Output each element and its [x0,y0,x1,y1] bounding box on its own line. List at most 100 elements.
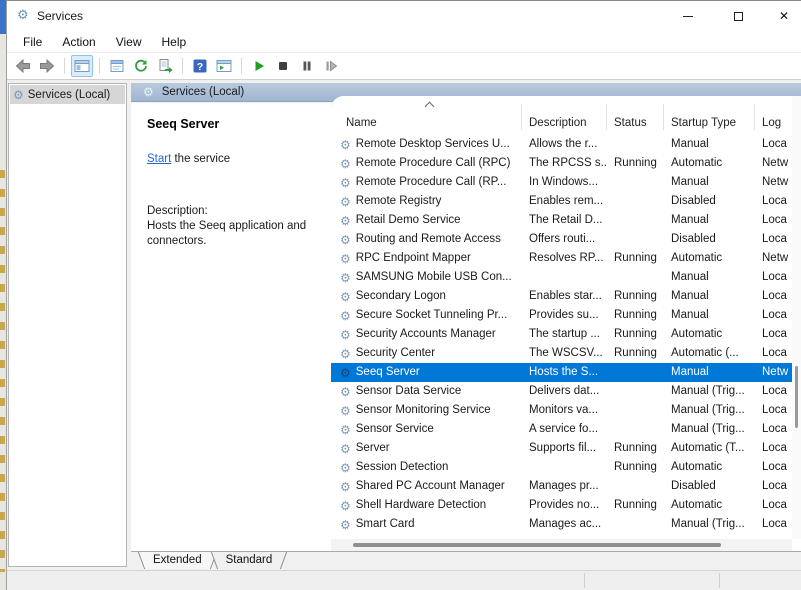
table-row[interactable]: ⚙SAMSUNG Mobile USB Con...ManualLoca [331,268,792,287]
menu-file[interactable]: File [13,31,52,53]
table-cell: ⚙Routing and Remote Access [338,230,521,249]
service-gear-icon: ⚙ [340,272,351,284]
table-row[interactable]: ⚙Remote Procedure Call (RP...In Windows.… [331,173,792,192]
table-row[interactable]: ⚙Seeq ServerHosts the S...ManualNetw [331,363,792,382]
table-cell [606,515,663,534]
vertical-scrollbar-thumb[interactable] [795,366,798,428]
service-name-text: Remote Procedure Call (RP... [356,173,507,192]
maximize-icon [734,12,743,21]
table-row[interactable]: ⚙Remote RegistryEnables rem...DisabledLo… [331,192,792,211]
table-row[interactable]: ⚙RPC Endpoint MapperResolves RP...Runnin… [331,249,792,268]
table-cell: Running [606,154,663,173]
table-cell [521,268,606,287]
table-cell: ⚙Session Detection [338,458,521,477]
table-cell: ⚙Smart Card [338,515,521,534]
table-row[interactable]: ⚙Sensor Monitoring ServiceMonitors va...… [331,401,792,420]
forward-icon[interactable] [36,55,58,77]
service-gear-icon: ⚙ [340,329,351,341]
help-icon[interactable]: ? [189,55,211,77]
services-table-header: NameDescriptionStatusStartup TypeLog [331,96,801,135]
table-row[interactable]: ⚙ServerSupports fil...RunningAutomatic (… [331,439,792,458]
service-name-text: SAMSUNG Mobile USB Con... [356,268,512,287]
start-service-icon[interactable] [248,55,270,77]
table-row[interactable]: ⚙Sensor Data ServiceDelivers dat...Manua… [331,382,792,401]
tab-extended[interactable]: Extended [141,552,214,569]
table-row[interactable]: ⚙Security CenterThe WSCSV...RunningAutom… [331,344,792,363]
table-row[interactable]: ⚙Retail Demo ServiceThe Retail D...Manua… [331,211,792,230]
menu-action[interactable]: Action [52,31,105,53]
horizontal-scrollbar[interactable] [331,539,792,551]
table-row[interactable]: ⚙Shell Hardware DetectionProvides no...R… [331,496,792,515]
tree-item-label: Services (Local) [28,89,110,101]
table-cell: Loca [754,135,792,154]
table-cell: ⚙Security Center [338,344,521,363]
service-name-text: Remote Procedure Call (RPC) [356,154,511,173]
table-row[interactable]: ⚙Remote Procedure Call (RPC)The RPCSS s.… [331,154,792,173]
table-row[interactable]: ⚙Security Accounts ManagerThe startup ..… [331,325,792,344]
table-row[interactable]: ⚙Secure Socket Tunneling Pr...Provides s… [331,306,792,325]
column-header-name[interactable]: Name [338,114,521,132]
table-cell: In Windows... [521,173,606,192]
service-name-text: Security Center [356,344,435,363]
table-cell: Manual (Trig... [663,401,754,420]
services-window: ⚙ Services ✕ File Action View Help [6,0,801,590]
refresh-icon[interactable] [130,55,152,77]
menu-view[interactable]: View [106,31,152,53]
table-cell [606,211,663,230]
table-cell: Loca [754,439,792,458]
table-row[interactable]: ⚙Shared PC Account ManagerManages pr...D… [331,477,792,496]
table-row[interactable]: ⚙Routing and Remote AccessOffers routi..… [331,230,792,249]
table-cell: Manual [663,211,754,230]
service-name-text: Sensor Monitoring Service [356,401,491,420]
table-cell: Allows the r... [521,135,606,154]
table-cell: Automatic [663,154,754,173]
service-name-text: Security Accounts Manager [356,325,496,344]
show-action-pane-icon[interactable] [213,55,235,77]
tab-standard[interactable]: Standard [214,552,285,569]
pane-header-title: Services (Local) [162,86,244,98]
column-header-description[interactable]: Description [521,114,606,132]
table-cell [606,268,663,287]
table-cell: Manual [663,306,754,325]
table-row[interactable]: ⚙Remote Desktop Services U...Allows the … [331,135,792,154]
column-header-status[interactable]: Status [606,114,663,132]
pause-service-icon[interactable] [296,55,318,77]
table-cell: Loca [754,211,792,230]
stop-service-icon[interactable] [272,55,294,77]
table-row[interactable]: ⚙Sensor ServiceA service fo...Manual (Tr… [331,420,792,439]
title-bar[interactable]: ⚙ Services ✕ [7,1,801,31]
maximize-button[interactable] [717,1,759,31]
column-header-startup-type[interactable]: Startup Type [663,114,754,132]
minimize-button[interactable] [667,1,709,31]
table-row[interactable]: ⚙Secondary LogonEnables star...RunningMa… [331,287,792,306]
table-cell: Running [606,287,663,306]
restart-service-icon[interactable] [320,55,342,77]
table-cell [606,382,663,401]
service-gear-icon: ⚙ [340,443,351,455]
vertical-scrollbar[interactable] [792,96,801,539]
table-cell: ⚙Remote Desktop Services U... [338,135,521,154]
services-node-icon: ⚙ [13,89,24,101]
service-gear-icon: ⚙ [340,386,351,398]
show-console-tree-icon[interactable] [71,55,93,77]
table-cell [606,401,663,420]
table-cell: Disabled [663,230,754,249]
properties-icon[interactable] [106,55,128,77]
service-gear-icon: ⚙ [340,519,351,531]
menu-help[interactable]: Help [152,31,197,53]
table-row[interactable]: ⚙Smart CardManages ac...Manual (Trig...L… [331,515,792,534]
start-service-link[interactable]: Start [147,153,171,165]
service-gear-icon: ⚙ [340,500,351,512]
table-cell [606,363,663,382]
export-list-icon[interactable] [154,55,176,77]
table-cell: Manages pr... [521,477,606,496]
back-icon[interactable] [12,55,34,77]
horizontal-scrollbar-thumb[interactable] [353,543,721,547]
table-cell: Manual [663,135,754,154]
table-cell: Provides no... [521,496,606,515]
table-cell: Provides su... [521,306,606,325]
tree-item-services-local[interactable]: ⚙ Services (Local) [10,85,125,104]
close-button[interactable]: ✕ [763,1,801,31]
table-row[interactable]: ⚙Session DetectionRunningAutomaticLoca [331,458,792,477]
status-separator [584,573,585,588]
